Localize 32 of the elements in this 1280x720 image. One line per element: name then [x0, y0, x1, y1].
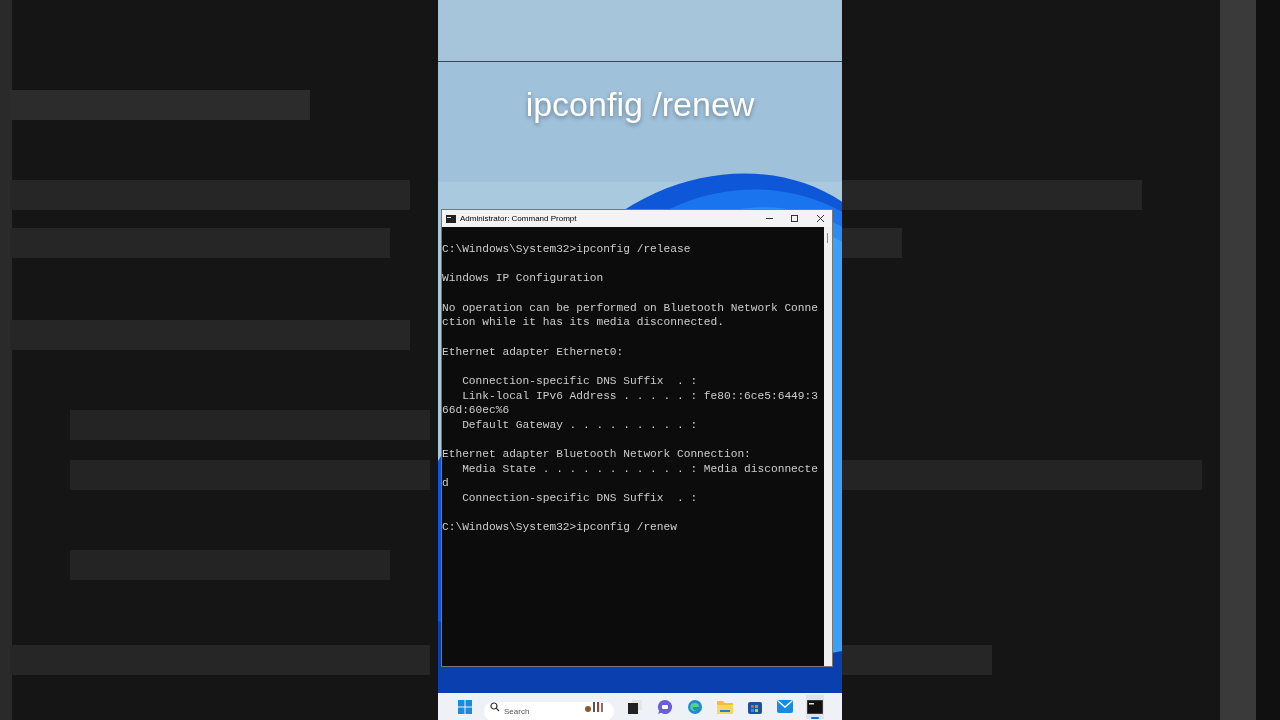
caption: ipconfig /renew: [525, 84, 755, 125]
console-line: d: [442, 476, 450, 492]
scrollbar[interactable]: [824, 227, 832, 666]
chat-icon[interactable]: [657, 698, 673, 715]
mail-icon[interactable]: [777, 700, 793, 713]
browser-icon[interactable]: [687, 698, 703, 715]
minimize-icon[interactable]: [766, 215, 773, 222]
console-line: Media State . . . . . . . . . . . : Media disconnecte: [461, 461, 819, 477]
console-line: Windows IP Configuration: [442, 271, 605, 286]
console-line: Connection-specific DNS Suffix . :: [461, 491, 699, 506]
taskbar-button[interactable]: [806, 694, 824, 719]
console-line: ction while it has its media disconnected.: [442, 315, 725, 330]
console-line: 66d:60ec%6: [442, 403, 511, 418]
maximize-icon[interactable]: [791, 215, 798, 222]
console-line: Ethernet adapter Bluetooth Network Connection:: [442, 447, 752, 462]
console-line: C:\Windows\System32>ipconfig /release: [442, 242, 692, 257]
console-icon: [446, 214, 456, 223]
console-line: Default Gateway . . . . . . . . . :: [461, 417, 699, 433]
console-line: C:\Windows\System32>ipconfig /renew: [442, 520, 678, 536]
terminal-icon[interactable]: [807, 699, 823, 714]
search-icon: [490, 701, 500, 712]
window-title: Administrator: Command Prompt: [460, 212, 577, 225]
console-line: Link-local IPv6 Address . . . . . : fe80::6ce5:6449:3: [461, 388, 819, 404]
console-line: Ethernet adapter Ethernet0:: [442, 344, 625, 360]
search-field[interactable]: Search: [484, 702, 614, 720]
folder-icon[interactable]: [717, 699, 733, 714]
window-icon[interactable]: [628, 699, 642, 714]
close-icon[interactable]: [817, 215, 824, 222]
store-icon[interactable]: [748, 699, 762, 714]
console-line: Connection-specific DNS Suffix . :: [461, 373, 699, 389]
windows-logo-icon[interactable]: [458, 699, 472, 714]
console-line: No operation can be performed on Bluetooth Network Conne: [442, 300, 819, 316]
